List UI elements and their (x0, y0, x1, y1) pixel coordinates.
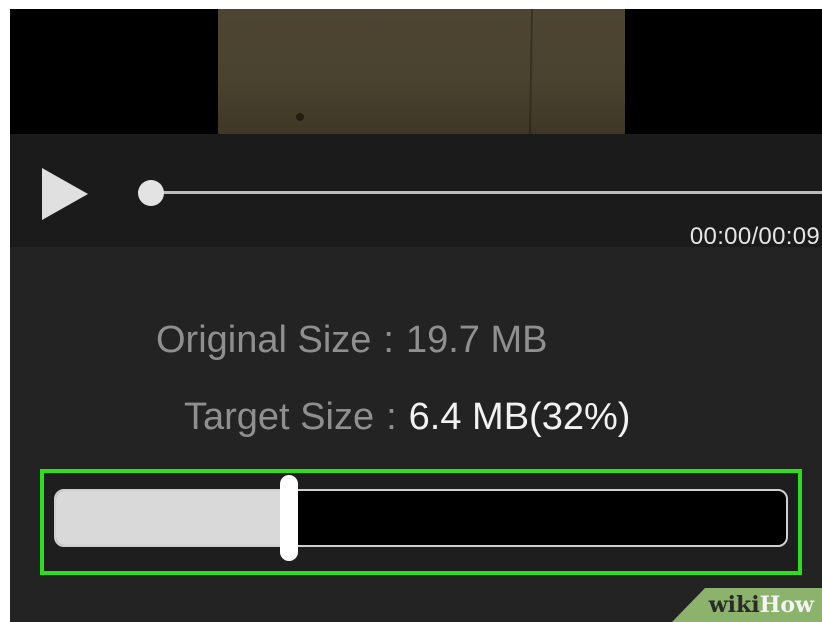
target-size-separator: : (386, 396, 397, 438)
target-size-row: Target Size:6.4 MB(32%) (184, 395, 630, 439)
slider-fill (56, 491, 290, 545)
play-button[interactable] (40, 164, 90, 224)
video-preview-area (10, 9, 822, 134)
video-preview[interactable] (218, 9, 625, 134)
playback-controls: 00:00/00:09 (10, 134, 822, 250)
video-detail-line (528, 9, 534, 134)
target-size-value: 6.4 MB(32%) (408, 396, 631, 438)
target-size-slider[interactable] (54, 475, 788, 561)
seek-knob[interactable] (138, 180, 164, 206)
slider-track (54, 489, 788, 547)
original-size-value: 19.7 MB (405, 319, 548, 361)
video-detail-spot (296, 113, 304, 121)
original-size-label: Original Size (156, 319, 372, 361)
original-size-separator: : (383, 319, 394, 361)
highlight-box (40, 469, 802, 575)
video-compressor-screen: 00:00/00:09 Original Size:19.7 MB Target… (10, 9, 822, 622)
seek-track (138, 191, 822, 194)
original-size-row: Original Size:19.7 MB (156, 318, 548, 362)
target-size-label: Target Size (184, 396, 375, 438)
watermark-wiki: wiki (708, 592, 760, 618)
seek-bar[interactable] (138, 180, 822, 206)
watermark-how: How (759, 592, 814, 618)
play-icon (42, 168, 88, 220)
compression-panel: Original Size:19.7 MB Target Size:6.4 MB… (10, 247, 822, 622)
wikihow-watermark: wikiHow (672, 588, 822, 622)
slider-thumb[interactable] (279, 475, 298, 561)
